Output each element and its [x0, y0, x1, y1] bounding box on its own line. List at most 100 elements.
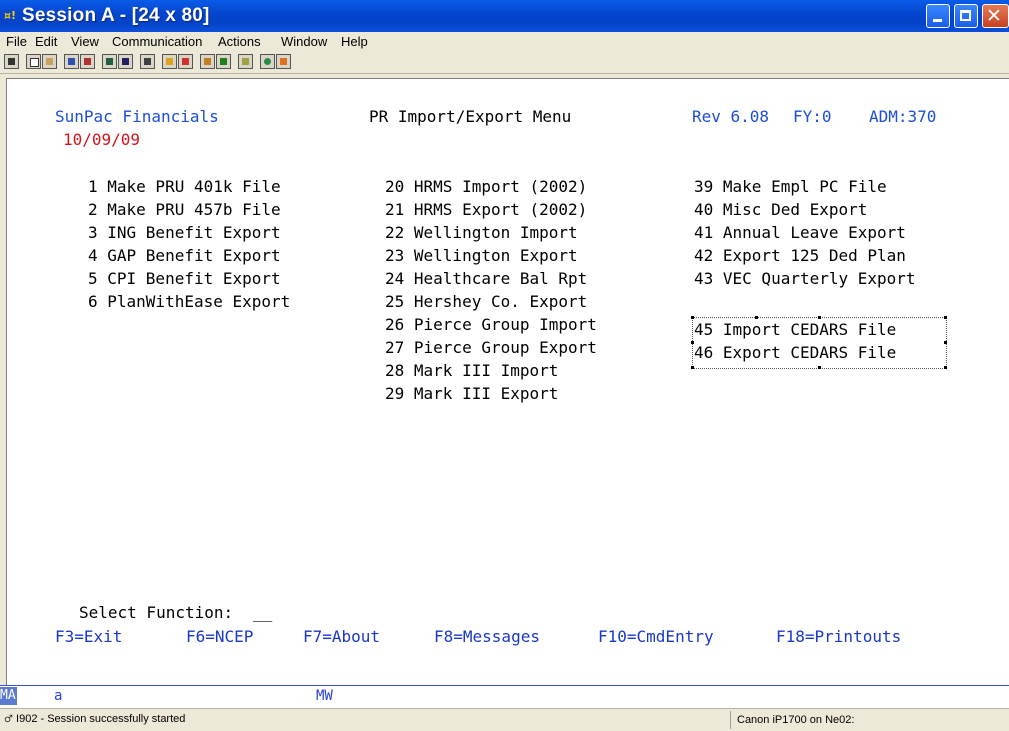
receive-file-icon: [84, 58, 91, 65]
menu-window[interactable]: Window: [281, 34, 327, 49]
close-button[interactable]: ✕: [982, 4, 1009, 28]
select-function-input[interactable]: __: [253, 603, 272, 623]
menu-option: 6 PlanWithEase Export: [88, 292, 291, 311]
menu-option: 25 Hershey Co. Export: [385, 292, 588, 311]
resize-handle[interactable]: [691, 316, 694, 319]
resize-handle[interactable]: [755, 316, 758, 319]
play-macro-icon: [204, 58, 211, 65]
menu-option: 23 Wellington Export: [385, 246, 578, 265]
menu-actions[interactable]: Actions: [218, 34, 261, 49]
keypad-icon: [122, 58, 129, 65]
menu-option: 20 HRMS Import (2002): [385, 177, 588, 196]
edit-macro-icon: [220, 58, 227, 65]
tag-button[interactable]: [276, 54, 291, 69]
printer-status: Canon iP1700 on Ne02:: [730, 711, 1009, 729]
record-macro-button[interactable]: [162, 54, 177, 69]
status-bar: ♂ I902 - Session successfully started Ca…: [0, 708, 1009, 731]
menu-option: 3 ING Benefit Export: [88, 223, 281, 242]
macro-button[interactable]: [140, 54, 155, 69]
maximize-button[interactable]: [954, 4, 978, 28]
macro-icon: [144, 58, 151, 65]
select-function-label: Select Function:: [79, 603, 234, 622]
resize-handle[interactable]: [944, 341, 947, 344]
menu-communication[interactable]: Communication: [112, 34, 202, 49]
close-icon: ✕: [986, 5, 1002, 27]
menu-option: 22 Wellington Import: [385, 223, 578, 242]
keypad-button[interactable]: [118, 54, 133, 69]
menu-option: 2 Make PRU 457b File: [88, 200, 281, 219]
resize-handle[interactable]: [818, 316, 821, 319]
paste-icon: [46, 58, 53, 65]
print-screen-icon: [8, 58, 15, 65]
fkey-f7-about[interactable]: F7=About: [303, 627, 380, 647]
menu-option: 24 Healthcare Bal Rpt: [385, 269, 588, 288]
revision: Rev 6.08: [692, 107, 770, 126]
fkey-f6-ncep[interactable]: F6=NCEP: [186, 627, 253, 647]
menu-option: 39 Make Empl PC File: [694, 177, 887, 196]
play-macro-button[interactable]: [200, 54, 215, 69]
paste-button[interactable]: [42, 54, 57, 69]
fiscal-year: FY:0: [793, 107, 832, 126]
oia-ma-indicator: MA: [0, 687, 17, 705]
web-button[interactable]: [260, 54, 275, 69]
menu-option: 21 HRMS Export (2002): [385, 200, 588, 219]
menu-edit[interactable]: Edit: [35, 34, 57, 49]
oia-a-indicator: a: [54, 688, 63, 704]
restore-icon: [960, 10, 971, 21]
oia-mw-indicator: MW: [316, 688, 333, 704]
session-status-icon: ♂: [4, 714, 13, 725]
fkey-f10-cmdentry[interactable]: F10=CmdEntry: [598, 627, 714, 647]
menu-help[interactable]: Help: [341, 34, 368, 49]
terminal-screen[interactable]: SunPac Financials 10/09/09 PR Import/Exp…: [6, 78, 1009, 686]
copy-icon: [30, 58, 39, 67]
title-bar[interactable]: ¤! Session A - [24 x 80] ✕: [0, 0, 1009, 32]
resize-handle[interactable]: [944, 316, 947, 319]
fkey-f3-exit[interactable]: F3=Exit: [55, 627, 122, 647]
receive-button[interactable]: [80, 54, 95, 69]
menu-option: 27 Pierce Group Export: [385, 338, 597, 357]
send-button[interactable]: [64, 54, 79, 69]
menu-option: 42 Export 125 Ded Plan: [694, 246, 906, 265]
menu-option: 41 Annual Leave Export: [694, 223, 906, 242]
menu-option: 26 Pierce Group Import: [385, 315, 597, 334]
display-icon: [106, 58, 113, 65]
record-macro-icon: [166, 58, 173, 65]
print-screen-button[interactable]: [4, 54, 19, 69]
admin-code: ADM:370: [869, 107, 937, 126]
resize-handle[interactable]: [818, 366, 821, 369]
menu-option: 4 GAP Benefit Export: [88, 246, 281, 265]
edit-macro-button[interactable]: [216, 54, 231, 69]
status-message: ♂ I902 - Session successfully started: [4, 713, 186, 725]
stop-macro-icon: [182, 58, 189, 65]
send-file-icon: [68, 58, 75, 65]
menu-bar: File Edit View Communication Actions Win…: [0, 32, 1009, 51]
company-name: SunPac Financials: [55, 107, 219, 126]
stop-macro-button[interactable]: [178, 54, 193, 69]
menu-option: 29 Mark III Export: [385, 384, 559, 403]
fkey-f18-printouts[interactable]: F18=Printouts: [776, 627, 901, 647]
menu-option: 43 VEC Quarterly Export: [694, 269, 916, 288]
resize-handle[interactable]: [944, 366, 947, 369]
menu-option: 1 Make PRU 401k File: [88, 177, 281, 196]
screen-title: PR Import/Export Menu: [369, 107, 572, 126]
menu-option: 46 Export CEDARS File: [694, 343, 897, 362]
fkey-f8-messages[interactable]: F8=Messages: [434, 627, 540, 647]
menu-view[interactable]: View: [71, 34, 99, 49]
minimize-icon: [933, 19, 942, 22]
toolbar: [0, 51, 1009, 74]
resize-handle[interactable]: [691, 366, 694, 369]
display-button[interactable]: [102, 54, 117, 69]
operator-information-area: MA a MW: [0, 685, 1009, 709]
menu-option: 45 Import CEDARS File: [694, 320, 897, 339]
menu-option: 5 CPI Benefit Export: [88, 269, 281, 288]
minimize-button[interactable]: [926, 4, 950, 28]
menu-option: 28 Mark III Import: [385, 361, 559, 380]
session-app-icon[interactable]: ¤!: [4, 8, 20, 24]
clipboard-icon: [242, 58, 249, 65]
menu-file[interactable]: File: [6, 34, 27, 49]
clipboard-button[interactable]: [238, 54, 253, 69]
tag-icon: [280, 58, 287, 65]
globe-icon: [264, 58, 271, 65]
copy-button[interactable]: [26, 54, 41, 69]
menu-option: 40 Misc Ded Export: [694, 200, 868, 219]
